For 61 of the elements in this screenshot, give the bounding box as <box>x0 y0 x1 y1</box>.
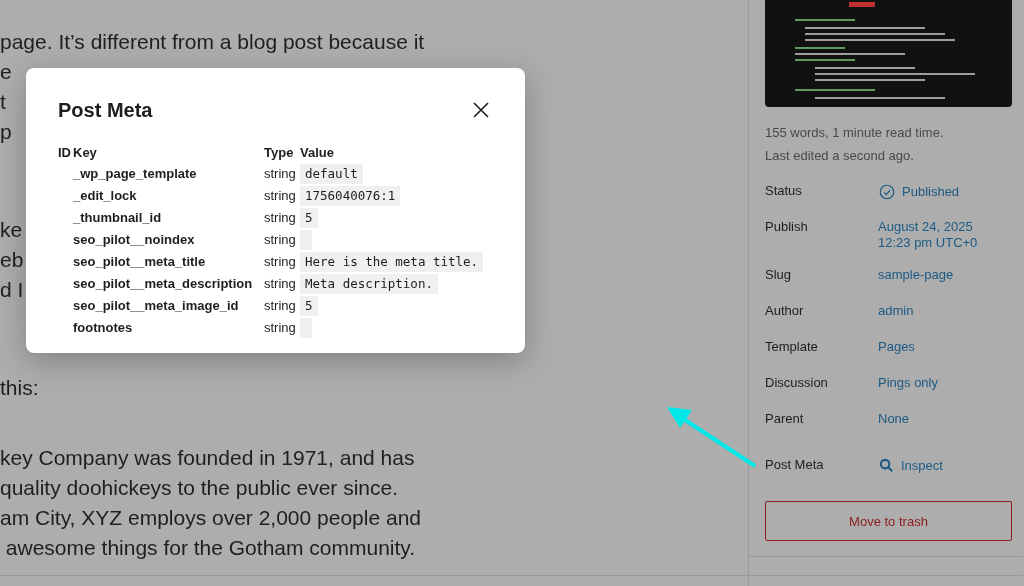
meta-value: 5 <box>300 296 318 316</box>
setting-label: Status <box>765 183 803 199</box>
setting-link[interactable]: Pings only <box>878 375 938 391</box>
post-stats-text: Last edited a second ago. <box>765 147 915 165</box>
paragraph-text: t <box>0 90 6 113</box>
column-header: Value <box>300 144 334 162</box>
meta-value: 1756040076:1 <box>300 186 401 206</box>
meta-key: _thumbnail_id <box>73 209 162 227</box>
setting-label: Slug <box>765 267 793 283</box>
search-icon <box>878 457 895 474</box>
meta-value: default <box>300 164 363 184</box>
setting-label: Template <box>765 339 819 355</box>
setting-label: Post Meta <box>765 457 825 473</box>
setting-label: Parent <box>765 411 805 427</box>
column-header: Type <box>264 144 294 162</box>
setting-label: Publish <box>765 219 809 235</box>
check-circle-icon <box>878 183 896 201</box>
close-icon <box>472 101 490 119</box>
paragraph-text: awesome things for the Gotham community. <box>4 536 416 559</box>
meta-type: string <box>264 253 296 271</box>
meta-key: seo_pilot__meta_image_id <box>73 297 239 315</box>
setting-link[interactable]: admin <box>878 303 914 319</box>
setting-link[interactable]: sample-page <box>878 267 954 283</box>
meta-type: string <box>264 231 296 249</box>
move-to-trash-button[interactable]: Move to trash <box>765 501 1012 541</box>
paragraph-text: eb <box>0 248 24 271</box>
meta-key: footnotes <box>73 319 133 337</box>
meta-key: seo_pilot__meta_title <box>73 253 206 271</box>
meta-type: string <box>264 297 296 315</box>
inspect-link[interactable]: Inspect <box>878 457 943 474</box>
meta-type: string <box>264 209 296 227</box>
meta-value: Meta description. <box>300 274 438 294</box>
meta-key: _wp_page_template <box>73 165 197 183</box>
paragraph-text: page. It’s different from a blog post because it <box>0 30 425 53</box>
paragraph-text: ke <box>0 218 23 241</box>
setting-label: Discussion <box>765 375 829 391</box>
meta-type: string <box>264 187 296 205</box>
status-link[interactable]: Published <box>878 183 960 201</box>
meta-key: seo_pilot__noindex <box>73 231 195 249</box>
meta-key: _edit_lock <box>73 187 137 205</box>
meta-type: string <box>264 319 296 337</box>
meta-type: string <box>264 275 296 293</box>
column-header: ID <box>58 144 71 162</box>
setting-link[interactable]: Pages <box>878 339 915 355</box>
paragraph-text: quality doohickeys to the public ever since. <box>0 476 399 499</box>
paragraph-text: e <box>0 60 12 83</box>
paragraph-text: p <box>0 120 12 143</box>
paragraph-text: this: <box>0 376 39 399</box>
post-stats-text: 155 words, 1 minute read time. <box>765 124 945 142</box>
setting-link[interactable]: August 24, 2025 12:23 pm UTC+0 <box>878 219 978 251</box>
setting-link[interactable]: None <box>878 411 910 427</box>
column-header: Key <box>73 144 97 162</box>
setting-label: Author <box>765 303 805 319</box>
meta-value: 5 <box>300 208 318 228</box>
meta-value: Here is the meta title. <box>300 252 484 272</box>
paragraph-text: d I <box>0 278 24 301</box>
meta-type: string <box>264 165 296 183</box>
dialog-title: Post Meta <box>58 98 153 122</box>
paragraph-text: am City, XYZ employs over 2,000 people and <box>0 506 421 529</box>
meta-key: seo_pilot__meta_description <box>73 275 253 293</box>
paragraph-text: key Company was founded in 1971, and has <box>0 446 415 469</box>
